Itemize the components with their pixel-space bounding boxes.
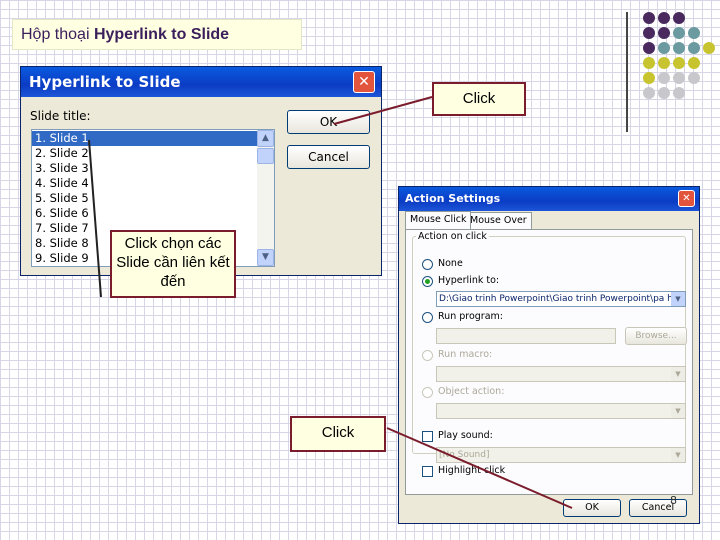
tab-mouse-click[interactable]: Mouse Click <box>405 211 472 229</box>
callout-connectors <box>88 96 573 509</box>
choose-slide-callout: Click chọn các Slide cần liên kết đến <box>110 230 236 298</box>
click-callout-top: Click <box>432 82 526 116</box>
connector-line-list <box>88 139 102 298</box>
connector-line-action-ok <box>386 427 573 509</box>
click-callout-bottom: Click <box>290 416 386 452</box>
connector-line-ok <box>333 96 433 125</box>
